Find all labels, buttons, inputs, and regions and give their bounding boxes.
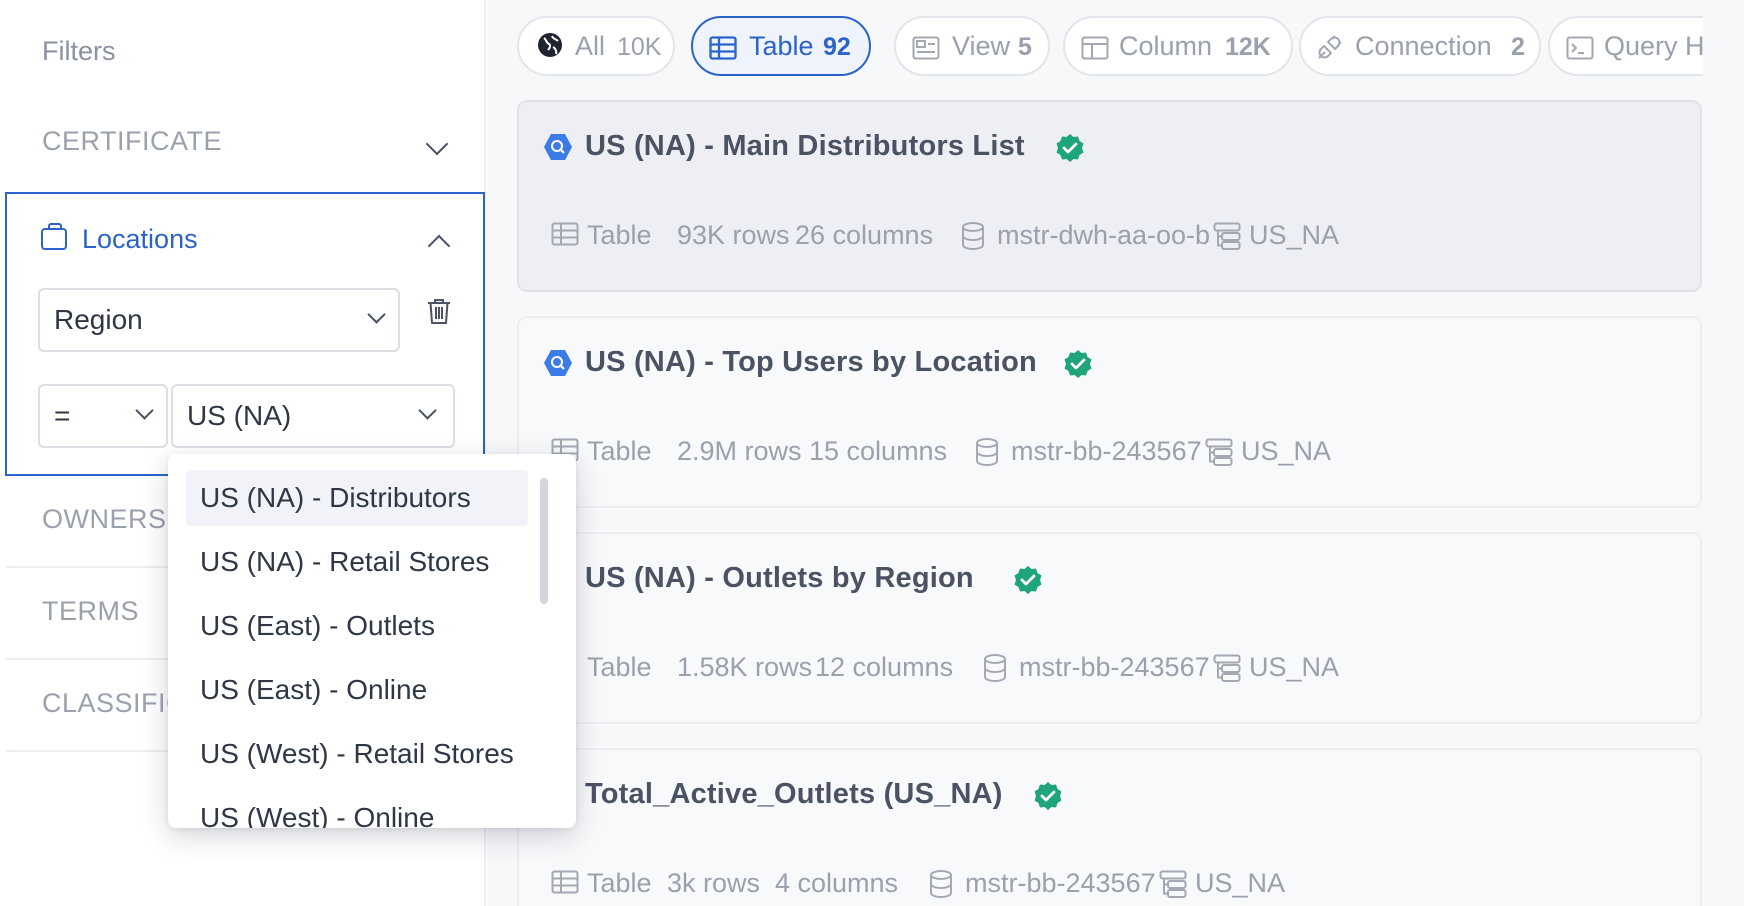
result-rows: 1.58K rows: [677, 652, 813, 682]
result-columns: 26 columns: [795, 220, 934, 250]
database-icon: [930, 870, 952, 898]
result-title[interactable]: Total_Active_Outlets (US_NA): [585, 778, 1003, 811]
section-label: CERTIFICATE: [42, 126, 223, 156]
briefcase-icon: [41, 223, 67, 250]
schema-icon: [1213, 222, 1241, 250]
result-type: Table: [587, 220, 652, 250]
field-select-value: Region: [54, 304, 143, 335]
tab-table[interactable]: Table 92: [691, 16, 871, 76]
globe-icon: [538, 33, 562, 57]
column-icon: [1081, 36, 1109, 60]
result-columns: 15 columns: [809, 436, 948, 466]
filter-section-certificate[interactable]: CERTIFICATE: [5, 110, 485, 180]
dropdown-option[interactable]: US (West) - Retail Stores: [186, 726, 528, 782]
result-schema[interactable]: US_NA: [1249, 652, 1339, 683]
result-rows: 3k rows: [667, 868, 761, 898]
result-database[interactable]: mstr-bb-243567: [965, 868, 1156, 899]
result-database[interactable]: mstr-dwh-aa-oo-b: [997, 220, 1210, 251]
tab-count: 2: [1511, 33, 1525, 61]
chevron-up-icon[interactable]: [427, 234, 451, 258]
value-select[interactable]: US (NA): [171, 384, 455, 448]
tab-label: Query H: [1604, 31, 1703, 61]
tab-count: 92: [823, 33, 851, 61]
result-rows: 2.9M rows: [677, 436, 802, 466]
filter-section-locations: Locations Region = US (NA): [5, 192, 485, 476]
result-database[interactable]: mstr-bb-243567: [1011, 436, 1202, 467]
view-icon: [912, 36, 940, 60]
result-rows: 93K rows: [677, 220, 790, 250]
database-icon: [962, 222, 984, 250]
tab-label: All: [575, 31, 606, 61]
results-panel: All 10K Table 92 View 5 Column 12K Conne…: [487, 0, 1744, 906]
dropdown-option[interactable]: US (East) - Online: [186, 662, 528, 718]
table-icon: [551, 870, 579, 894]
field-select[interactable]: Region: [38, 288, 400, 352]
result-schema[interactable]: US_NA: [1195, 868, 1285, 899]
database-icon: [976, 438, 998, 466]
operator-select-value: =: [54, 400, 71, 431]
table-icon: [709, 36, 737, 60]
result-type: Table: [587, 868, 652, 898]
section-label[interactable]: Locations: [82, 224, 198, 255]
chevron-down-icon: [418, 401, 437, 420]
verified-icon: [1014, 566, 1042, 594]
plug-icon: [1318, 35, 1342, 59]
result-schema[interactable]: US_NA: [1241, 436, 1331, 467]
chevron-down-icon: [367, 305, 386, 324]
asset-type-tabs: All 10K Table 92 View 5 Column 12K Conne…: [487, 0, 1703, 90]
verified-icon: [1034, 782, 1062, 810]
result-title[interactable]: US (NA) - Outlets by Region: [585, 562, 974, 595]
result-type: Table: [587, 436, 652, 466]
bigquery-icon: [544, 134, 572, 160]
dropdown-option[interactable]: US (NA) - Retail Stores: [186, 534, 528, 590]
section-label: TERMS: [42, 596, 139, 626]
tab-all[interactable]: All 10K: [517, 16, 675, 76]
result-columns: 12 columns: [815, 652, 954, 682]
tab-count: 5: [1018, 33, 1032, 61]
tab-column[interactable]: Column 12K: [1063, 16, 1293, 76]
dropdown-option[interactable]: US (East) - Outlets: [186, 598, 528, 654]
tab-label: Connection: [1355, 31, 1492, 61]
result-card[interactable]: Total_Active_Outlets (US_NA) Table 3k ro…: [517, 748, 1702, 906]
tab-label: View: [952, 31, 1011, 61]
result-card[interactable]: US (NA) - Outlets by Region Table 1.58K …: [517, 532, 1702, 724]
tab-label: Table: [749, 31, 814, 61]
section-label: OWNERS: [42, 504, 167, 534]
tab-connection[interactable]: Connection 2: [1299, 16, 1541, 76]
operator-select[interactable]: =: [38, 384, 168, 448]
dropdown-scrollbar[interactable]: [540, 478, 548, 604]
filters-title: Filters: [42, 36, 116, 66]
result-type: Table: [587, 652, 652, 682]
result-database[interactable]: mstr-bb-243567: [1019, 652, 1210, 683]
table-icon: [551, 222, 579, 246]
trash-icon[interactable]: [427, 298, 451, 324]
result-schema[interactable]: US_NA: [1249, 220, 1339, 251]
terminal-icon: [1566, 36, 1594, 60]
database-icon: [984, 654, 1006, 682]
schema-icon: [1205, 438, 1233, 466]
value-select-value: US (NA): [187, 400, 292, 431]
chevron-down-icon: [135, 401, 154, 420]
schema-icon: [1159, 870, 1187, 898]
result-card[interactable]: US (NA) - Main Distributors List Table 9…: [517, 100, 1702, 292]
dropdown-option[interactable]: US (NA) - Distributors: [186, 470, 528, 526]
tab-count: 10K: [617, 33, 662, 61]
verified-icon: [1064, 350, 1092, 378]
result-title[interactable]: US (NA) - Main Distributors List: [585, 130, 1025, 163]
dropdown-option[interactable]: US (West) - Online: [186, 790, 528, 828]
tab-label: Column: [1119, 31, 1213, 61]
verified-icon: [1056, 134, 1084, 162]
section-label: CLASSIFIC: [42, 688, 187, 718]
result-card[interactable]: US (NA) - Top Users by Location Table 2.…: [517, 316, 1702, 508]
result-title[interactable]: US (NA) - Top Users by Location: [585, 346, 1037, 379]
schema-icon: [1213, 654, 1241, 682]
bigquery-icon: [544, 350, 572, 376]
region-value-dropdown: US (NA) - Distributors US (NA) - Retail …: [168, 454, 576, 828]
tab-count: 12K: [1225, 33, 1271, 61]
tab-query-history[interactable]: Query H: [1548, 16, 1703, 76]
chevron-down-icon[interactable]: [425, 132, 449, 156]
result-columns: 4 columns: [775, 868, 899, 898]
tab-view[interactable]: View 5: [894, 16, 1050, 76]
